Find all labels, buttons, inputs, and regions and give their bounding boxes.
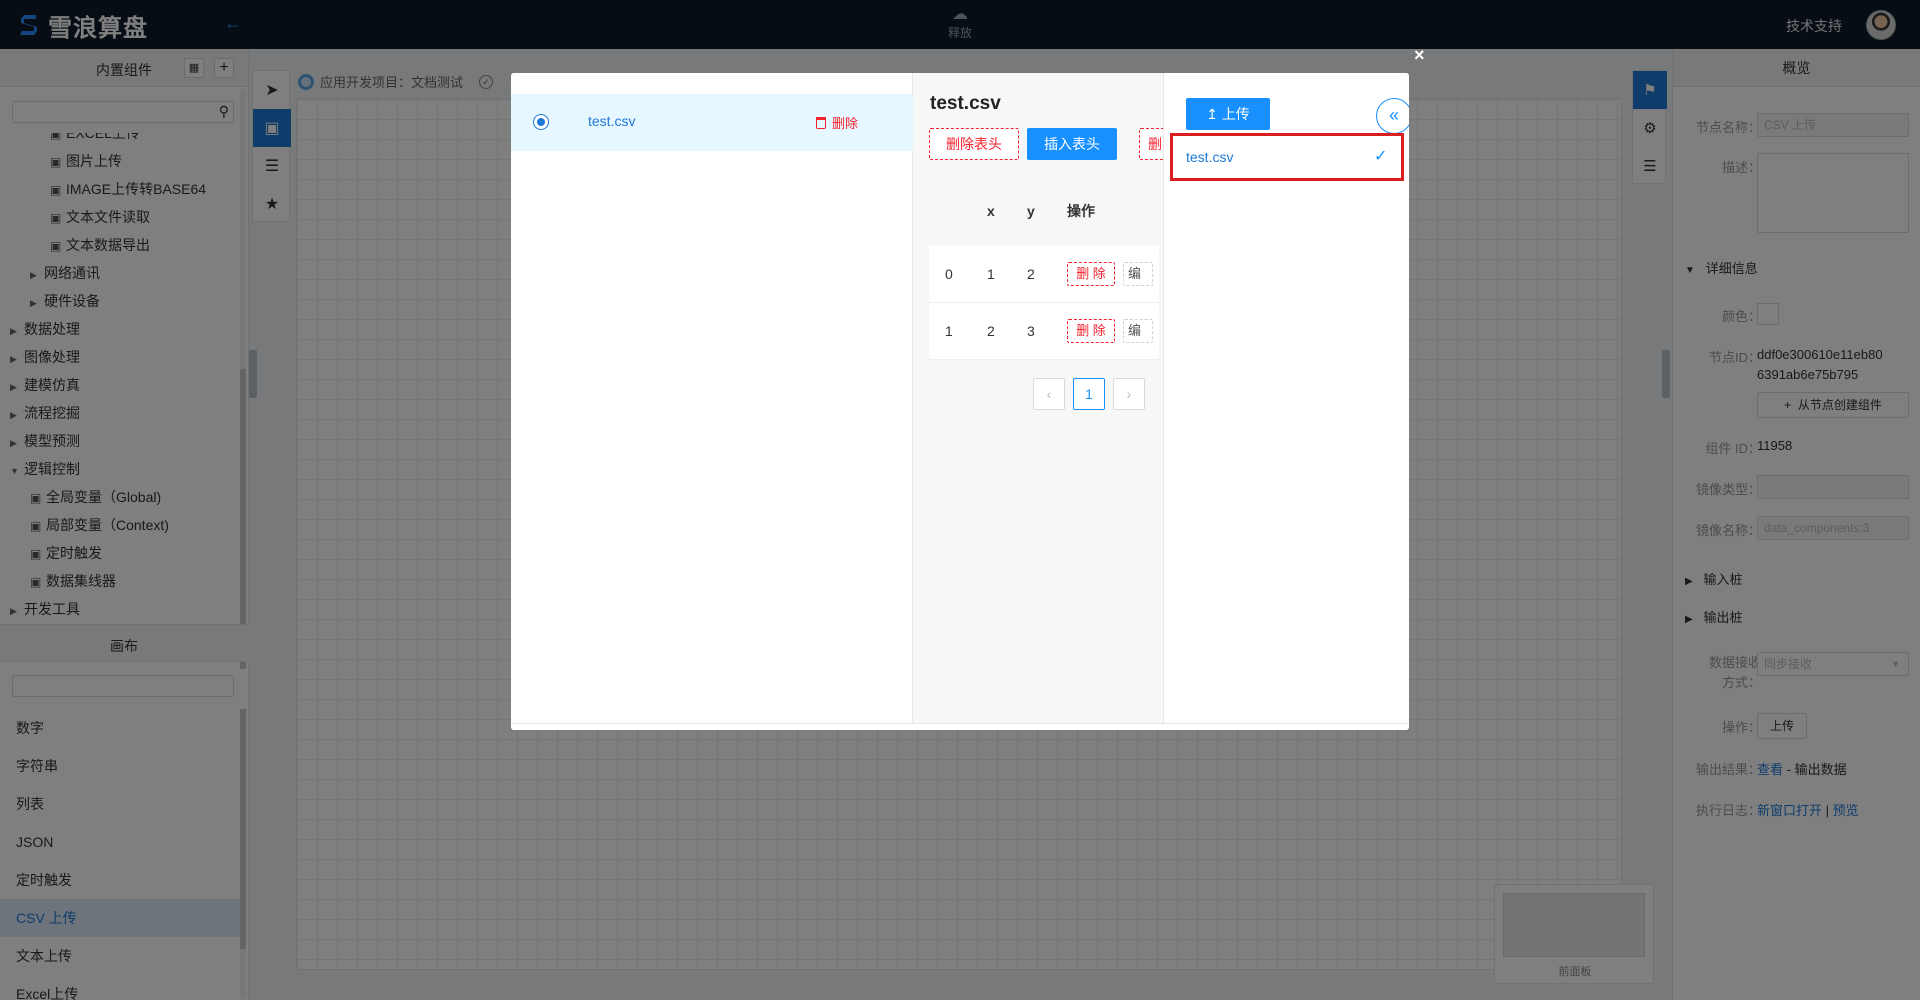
trash-icon xyxy=(816,116,826,129)
row-x: 1 xyxy=(987,266,995,282)
row-y: 3 xyxy=(1027,323,1035,339)
file-delete-label: 删除 xyxy=(832,116,859,131)
pagination-page-button[interactable]: 1 xyxy=(1073,378,1105,410)
file-list-item[interactable]: test.csv 删除 xyxy=(511,94,913,151)
close-icon[interactable]: × xyxy=(1414,45,1425,66)
table-header-actions: 操作 xyxy=(1067,203,1095,219)
row-edit-button[interactable]: 编 xyxy=(1123,262,1153,286)
double-chevron-left-icon[interactable]: « xyxy=(1376,98,1409,134)
file-list-pane: test.csv 删除 xyxy=(511,73,913,723)
table-header-x: x xyxy=(987,203,995,219)
row-delete-button[interactable]: 删 除 xyxy=(1067,262,1115,286)
table-header-y: y xyxy=(1027,203,1035,219)
table-header: x y 操作 xyxy=(929,176,1159,246)
preview-title: test.csv xyxy=(930,93,1001,114)
insert-header-button[interactable]: 插入表头 xyxy=(1027,128,1117,160)
file-select-radio[interactable] xyxy=(533,114,549,130)
third-action-button[interactable]: 删 xyxy=(1139,128,1163,160)
row-y: 2 xyxy=(1027,266,1035,282)
csv-preview-table: x y 操作 0 1 2 删 除 编 1 2 3 删 除 编 xyxy=(929,176,1159,360)
table-row: 1 2 3 删 除 编 xyxy=(929,303,1159,360)
modal-footer xyxy=(511,723,1409,730)
file-delete-button[interactable]: 删除 xyxy=(816,113,858,132)
annotation-highlight-box xyxy=(1170,133,1404,181)
upload-button[interactable]: ↥ 上传 xyxy=(1186,98,1270,130)
row-index: 0 xyxy=(945,266,953,282)
upload-button-label: 上传 xyxy=(1221,106,1250,122)
upload-icon: ↥ xyxy=(1206,106,1218,122)
row-delete-button[interactable]: 删 除 xyxy=(1067,319,1115,343)
row-x: 2 xyxy=(987,323,995,339)
delete-header-button[interactable]: 删除表头 xyxy=(929,128,1019,160)
table-row: 0 1 2 删 除 编 xyxy=(929,246,1159,303)
pagination-prev-button[interactable]: ‹ xyxy=(1033,378,1065,410)
file-name[interactable]: test.csv xyxy=(588,113,635,129)
row-edit-button[interactable]: 编 xyxy=(1123,319,1153,343)
row-index: 1 xyxy=(945,323,953,339)
pagination-next-button[interactable]: › xyxy=(1113,378,1145,410)
csv-preview-pane: test.csv 删除表头 插入表头 删 x y 操作 0 1 2 删 除 编 … xyxy=(913,73,1163,723)
